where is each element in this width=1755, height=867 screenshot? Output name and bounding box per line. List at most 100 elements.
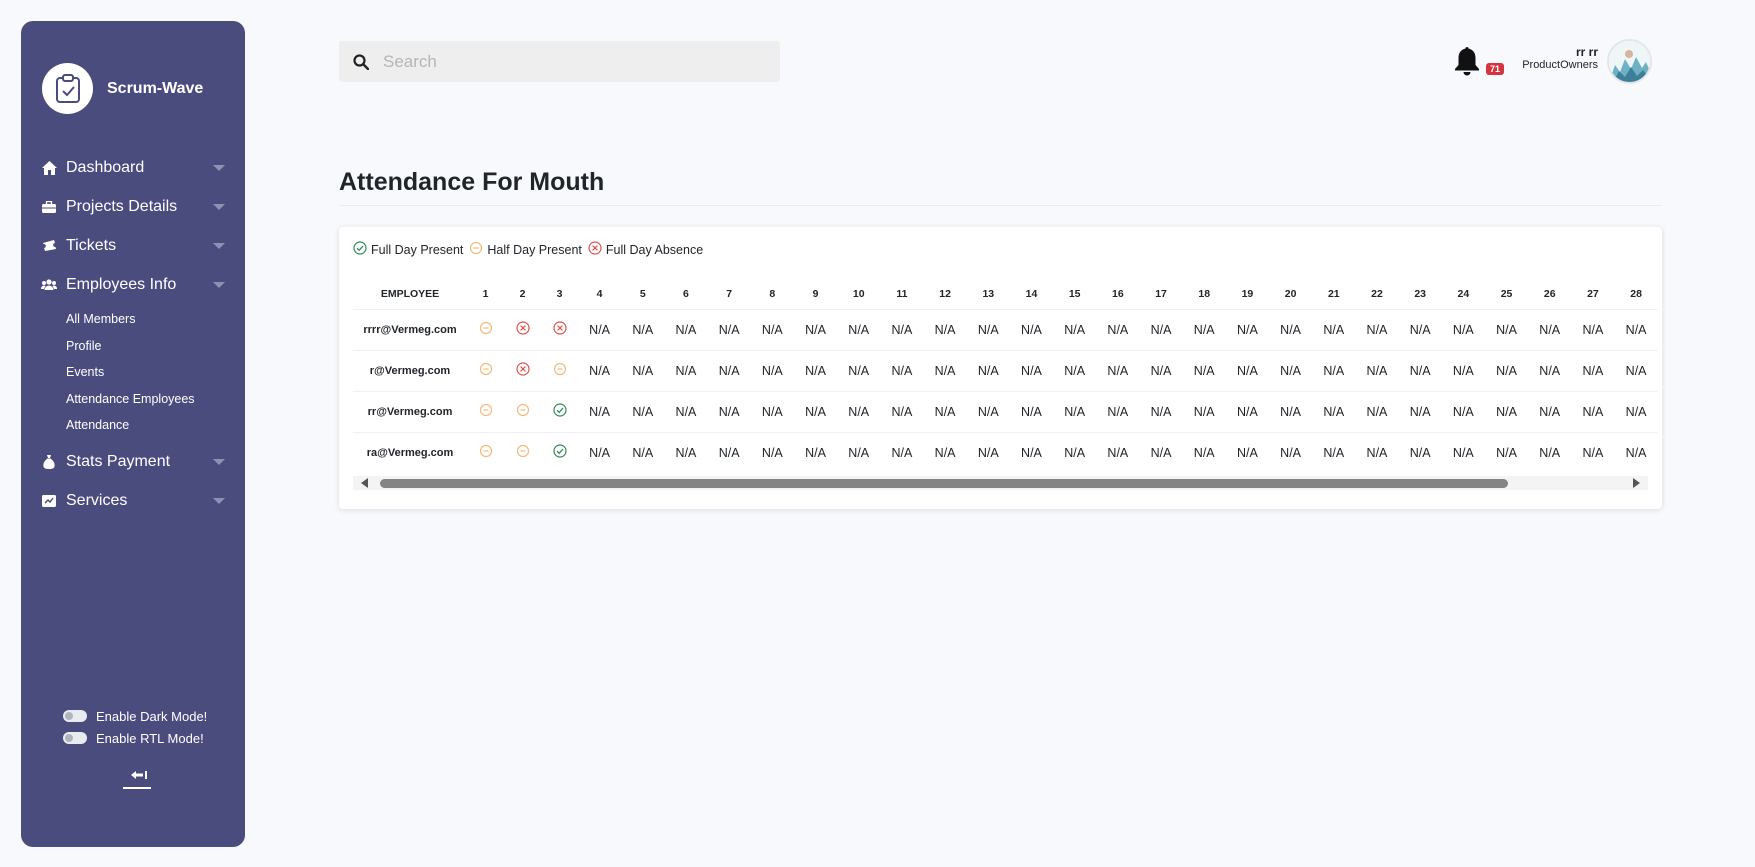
x-circle-icon: [588, 241, 606, 258]
column-header-day: 23: [1414, 288, 1426, 301]
check-circle-icon: [552, 444, 567, 461]
attendance-status-cell: [541, 349, 578, 391]
attendance-na-cell: N/A: [966, 390, 1010, 432]
sidebar-item-employees-info[interactable]: Employees Info: [41, 265, 225, 304]
attendance-na-cell: N/A: [1355, 431, 1399, 473]
attendance-na-cell: N/A: [1441, 349, 1485, 391]
column-header-day: 8: [769, 288, 776, 301]
user-info[interactable]: rr rr ProductOwners: [1500, 45, 1598, 71]
sidebar-item-stats-payment[interactable]: Stats Payment: [41, 443, 225, 482]
column-header-day: 28: [1630, 288, 1642, 301]
column-header-day: 10: [852, 288, 865, 301]
horizontal-scrollbar[interactable]: [353, 476, 1648, 490]
money-bag-icon: [41, 454, 57, 470]
scroll-right-arrow-icon[interactable]: [1633, 478, 1640, 488]
employee-email-cell: rr@Vermeg.com: [353, 390, 467, 432]
table-row: ra@Vermeg.com N/A N/A N/A N/A N/A N/A N/A N/A N/A…: [353, 431, 1658, 473]
attendance-na-cell: N/A: [837, 431, 881, 473]
sidebar-item-label: Tickets: [66, 236, 117, 254]
search-icon[interactable]: [339, 53, 383, 70]
attendance-na-cell: N/A: [793, 431, 838, 473]
sidebar-subitem-attendance[interactable]: Attendance: [66, 412, 225, 439]
notification-bell-icon[interactable]: [1452, 45, 1482, 77]
attendance-na-cell: N/A: [1312, 308, 1356, 350]
sidebar-item-services[interactable]: Services: [41, 482, 225, 521]
attendance-na-cell: N/A: [1225, 431, 1269, 473]
half-circle-icon: [479, 362, 493, 379]
employee-email-cell: ra@Vermeg.com: [353, 431, 467, 473]
attendance-na-cell: N/A: [966, 308, 1010, 350]
home-icon: [41, 160, 57, 176]
column-header-day: 21: [1327, 288, 1340, 301]
attendance-na-cell: N/A: [1528, 431, 1572, 473]
column-header-day: 9: [812, 288, 819, 301]
scroll-left-arrow-icon[interactable]: [361, 478, 368, 488]
sidebar-subitem-profile[interactable]: Profile: [66, 333, 225, 360]
attendance-na-cell: N/A: [1614, 349, 1658, 391]
column-header-day: 2: [519, 288, 526, 301]
attendance-status-cell: [504, 308, 541, 350]
attendance-na-cell: N/A: [880, 349, 924, 391]
attendance-na-cell: N/A: [1528, 390, 1572, 432]
attendance-na-cell: N/A: [837, 308, 881, 350]
dark-mode-toggle[interactable]: Enable Dark Mode!: [63, 705, 207, 727]
sidebar-item-dashboard[interactable]: Dashboard: [41, 148, 225, 187]
attendance-na-cell: N/A: [1614, 431, 1658, 473]
attendance-na-cell: N/A: [1225, 308, 1269, 350]
half-circle-icon: [516, 403, 530, 420]
attendance-table: EMPLOYEE 1 2 3 4 5 6 7 8 9 10 11 12 13 14 15 16 17 18 19 20…: [353, 280, 1658, 473]
attendance-na-cell: N/A: [1484, 431, 1529, 473]
title-divider: [339, 205, 1662, 206]
sidebar-subitem-events[interactable]: Events: [66, 359, 225, 386]
legend-label: Half Day Present: [487, 242, 582, 257]
sidebar-subitem-attendance-employees[interactable]: Attendance Employees: [66, 386, 225, 413]
attendance-na-cell: N/A: [1096, 431, 1140, 473]
attendance-na-cell: N/A: [707, 390, 751, 432]
attendance-na-cell: N/A: [1139, 349, 1183, 391]
search-input[interactable]: [383, 51, 763, 72]
sidebar-subitem-all-members[interactable]: All Members: [66, 306, 225, 333]
check-circle-icon: [353, 241, 371, 258]
attendance-na-cell: N/A: [1225, 349, 1269, 391]
sidebar-item-projects-details[interactable]: Projects Details: [41, 187, 225, 226]
column-header-day: 17: [1155, 288, 1167, 301]
legend-label: Full Day Absence: [605, 242, 704, 257]
attendance-na-cell: N/A: [1269, 349, 1313, 391]
sidebar-item-label: Dashboard: [66, 158, 145, 176]
attendance-na-cell: N/A: [707, 349, 751, 391]
column-header-day: 24: [1457, 288, 1470, 301]
sidebar: Scrum-Wave Dashboard Projects Details Ti…: [21, 21, 245, 847]
column-header-day: 12: [939, 288, 951, 301]
legend-full-day-absence: Full Day Absence: [588, 241, 703, 258]
attendance-na-cell: N/A: [1139, 390, 1183, 432]
column-header-employee: EMPLOYEE: [380, 288, 440, 301]
rtl-mode-toggle[interactable]: Enable RTL Mode!: [63, 727, 207, 749]
column-header-day: 18: [1198, 288, 1211, 301]
chevron-down-icon: [213, 242, 225, 249]
collapse-sidebar-icon[interactable]: [121, 767, 151, 791]
attendance-na-cell: N/A: [578, 349, 622, 391]
brand[interactable]: Scrum-Wave: [42, 63, 203, 114]
legend-label: Full Day Present: [371, 242, 464, 257]
rtl-mode-switch[interactable]: [63, 732, 87, 744]
search-bar[interactable]: [339, 41, 780, 82]
sidebar-item-label: Projects Details: [66, 197, 178, 215]
column-header-day: 1: [482, 288, 489, 301]
page-title: Attendance For Mouth: [339, 168, 605, 196]
dark-mode-switch[interactable]: [63, 710, 87, 722]
scrollbar-thumb[interactable]: [380, 479, 1508, 488]
sidebar-item-tickets[interactable]: Tickets: [41, 226, 225, 265]
attendance-na-cell: N/A: [750, 349, 794, 391]
sidebar-item-label: Stats Payment: [66, 453, 171, 471]
dark-mode-label: Enable Dark Mode!: [96, 708, 208, 724]
user-role: ProductOwners: [1522, 59, 1598, 71]
briefcase-icon: [41, 199, 57, 215]
attendance-na-cell: N/A: [1398, 308, 1442, 350]
attendance-na-cell: N/A: [1053, 349, 1097, 391]
attendance-na-cell: N/A: [793, 349, 838, 391]
column-header-day: 16: [1112, 288, 1124, 301]
attendance-na-cell: N/A: [1312, 431, 1356, 473]
avatar[interactable]: [1607, 39, 1652, 84]
user-name: rr rr: [1575, 45, 1598, 59]
attendance-na-cell: N/A: [578, 308, 622, 350]
